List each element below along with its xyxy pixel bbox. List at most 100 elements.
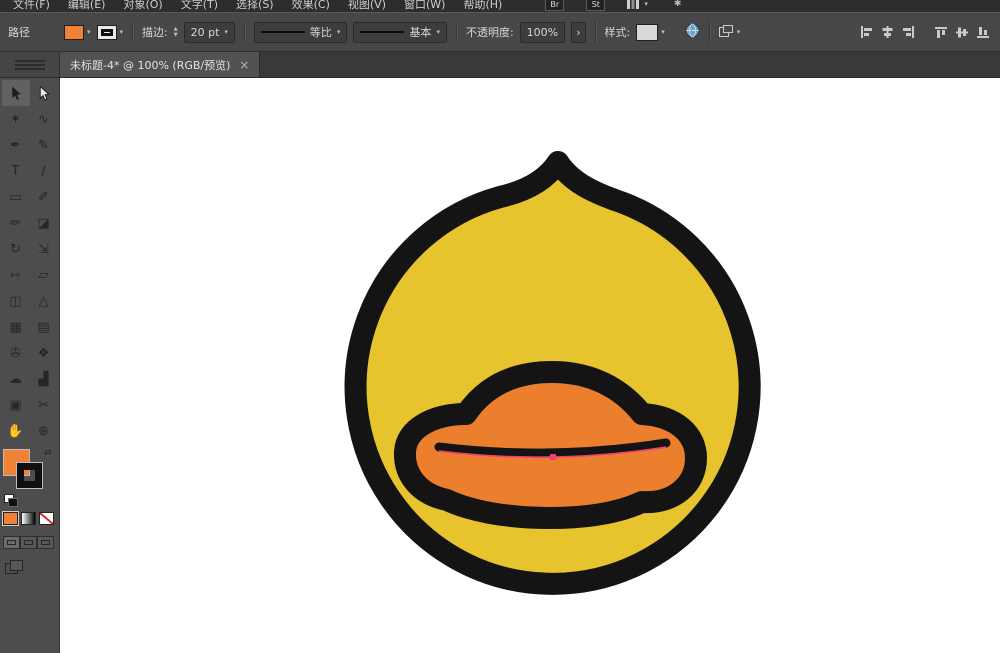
hand-tool[interactable]: ✋ (2, 418, 30, 444)
perspective-grid-tool[interactable]: △ (30, 288, 58, 314)
curvature-tool[interactable]: ✎ (30, 132, 58, 158)
menu-help[interactable]: 帮助(H) (454, 0, 511, 12)
shape-builder-tool[interactable]: ◫ (2, 288, 30, 314)
paintbrush-tool[interactable]: ✐ (30, 184, 58, 210)
magic-wand-tool[interactable]: ✶ (2, 106, 30, 132)
chevron-down-icon: ▾ (737, 28, 741, 36)
chevron-down-icon[interactable]: ▾ (644, 0, 648, 8)
pencil-tool[interactable]: ✏ (2, 210, 30, 236)
vertical-align-bottom-icon[interactable] (977, 26, 990, 38)
opacity-field[interactable]: 100% (520, 22, 565, 43)
chevron-down-icon: ▾ (337, 28, 341, 36)
draw-behind-button[interactable] (20, 536, 37, 549)
workspace-icon[interactable]: ✱ (674, 0, 682, 9)
toolbar-panel: ✶∿✒✎T∕▭✐✏◪↻⇲⇿▱◫△▦▤✇❖☁▟▣✂✋⊕ ⇄ (0, 78, 60, 653)
brush-definition-value: 基本 (409, 24, 431, 40)
horizontal-align-right-icon[interactable] (902, 26, 915, 38)
gradient-tool[interactable]: ▤ (30, 314, 58, 340)
rectangle-tool[interactable]: ▭ (2, 184, 30, 210)
lasso-tool[interactable]: ∿ (30, 106, 58, 132)
color-mode-button[interactable] (3, 512, 18, 525)
horizontal-align-center-icon[interactable] (881, 26, 894, 38)
stroke-line-preview (261, 31, 305, 33)
slice-tool[interactable]: ✂ (30, 392, 58, 418)
swap-fill-stroke-icon[interactable]: ⇄ (44, 448, 52, 458)
chevron-down-icon: ▾ (436, 28, 440, 36)
pen-tool[interactable]: ✒ (2, 132, 30, 158)
column-graph-tool[interactable]: ▟ (30, 366, 58, 392)
style-swatch-button[interactable]: ▾ (636, 24, 665, 41)
stroke-color-button[interactable]: ▾ (97, 25, 124, 40)
globe-icon (685, 23, 700, 41)
stroke-weight-field[interactable]: 20 pt ▾ (184, 22, 235, 43)
artboard-tool[interactable]: ▣ (2, 392, 30, 418)
line-segment-tool[interactable]: ∕ (30, 158, 58, 184)
br-button[interactable]: Br (545, 0, 564, 11)
arrange-button[interactable]: ▾ (719, 25, 741, 40)
menu-type[interactable]: 文字(T) (172, 0, 227, 12)
menu-window[interactable]: 窗口(W) (395, 0, 454, 12)
brush-line-preview (360, 31, 404, 33)
fill-color-button[interactable]: ▾ (64, 25, 91, 40)
st-button[interactable]: St (586, 0, 605, 11)
width-tool[interactable]: ⇿ (2, 262, 30, 288)
chevron-down-icon: ▾ (120, 28, 124, 36)
width-profile-value: 等比 (310, 24, 332, 40)
selection-tool[interactable] (2, 80, 30, 106)
draw-inside-button[interactable] (37, 536, 54, 549)
opacity-options-button[interactable]: › (571, 22, 585, 43)
menu-select[interactable]: 选择(S) (227, 0, 283, 12)
style-label: 样式: (605, 24, 631, 40)
default-fill-stroke-icon[interactable] (4, 494, 18, 506)
width-profile-dropdown[interactable]: 等比 ▾ (254, 22, 348, 43)
document-tab[interactable]: 未标题-4* @ 100% (RGB/预览) × (60, 52, 260, 77)
tab-close-button[interactable]: × (239, 58, 249, 72)
menu-file[interactable]: 文件(F) (4, 0, 59, 12)
screen-mode-icon (5, 565, 23, 578)
none-mode-button[interactable] (39, 512, 54, 525)
scale-tool[interactable]: ⇲ (30, 236, 58, 262)
symbol-sprayer-tool[interactable]: ☁ (2, 366, 30, 392)
recolor-artwork-button[interactable] (685, 23, 700, 41)
context-label: 路径 (8, 24, 30, 40)
free-transform-tool[interactable]: ▱ (30, 262, 58, 288)
screen-mode-button[interactable] (5, 560, 23, 578)
mesh-tool[interactable]: ▦ (2, 314, 30, 340)
vertical-align-middle-icon[interactable] (956, 26, 969, 38)
toolbar-dock-header[interactable] (0, 52, 60, 77)
control-bar: 路径 ▾ ▾ 描边: ▲ ▼ 20 pt ▾ 等比 ▾ 基本 ▾ (0, 12, 1000, 52)
chevron-down-icon: ▾ (224, 28, 228, 36)
menubar: 文件(F)编辑(E)对象(O)文字(T)选择(S)效果(C)视图(V)窗口(W)… (0, 0, 1000, 12)
path-anchor-point[interactable] (550, 454, 556, 460)
fill-color-swatch (64, 25, 84, 40)
workspace-columns-icon[interactable] (627, 0, 639, 9)
direct-selection-tool[interactable] (30, 80, 58, 106)
rotate-tool[interactable]: ↻ (2, 236, 30, 262)
stroke-color-swatch (97, 25, 117, 40)
menu-object[interactable]: 对象(O) (114, 0, 171, 12)
draw-modes-group (3, 536, 54, 549)
draw-normal-button[interactable] (3, 536, 20, 549)
menu-edit[interactable]: 编辑(E) (59, 0, 115, 12)
style-swatch (636, 24, 658, 41)
fill-stroke-indicator: ⇄ (4, 450, 58, 508)
vertical-align-top-icon[interactable] (935, 26, 948, 38)
menu-badges: Br St (545, 0, 605, 11)
menu-view[interactable]: 视图(V) (339, 0, 395, 12)
canvas[interactable] (60, 78, 1000, 653)
type-tool[interactable]: T (2, 158, 30, 184)
gradient-mode-button[interactable] (21, 512, 36, 525)
opacity-value: 100% (527, 26, 558, 39)
horizontal-align-left-icon[interactable] (860, 26, 873, 38)
eraser-tool[interactable]: ◪ (30, 210, 58, 236)
menu-effect[interactable]: 效果(C) (283, 0, 339, 12)
blend-tool[interactable]: ❖ (30, 340, 58, 366)
stepper-down-icon[interactable]: ▼ (174, 32, 178, 38)
arrange-icon (719, 25, 733, 40)
zoom-tool[interactable]: ⊕ (30, 418, 58, 444)
stroke-weight-stepper[interactable]: ▲ ▼ (174, 26, 178, 38)
brush-definition-dropdown[interactable]: 基本 ▾ (353, 22, 447, 43)
eyedropper-tool[interactable]: ✇ (2, 340, 30, 366)
stroke-swatch[interactable] (17, 463, 42, 488)
illustrator-window: 文件(F)编辑(E)对象(O)文字(T)选择(S)效果(C)视图(V)窗口(W)… (0, 0, 1000, 653)
